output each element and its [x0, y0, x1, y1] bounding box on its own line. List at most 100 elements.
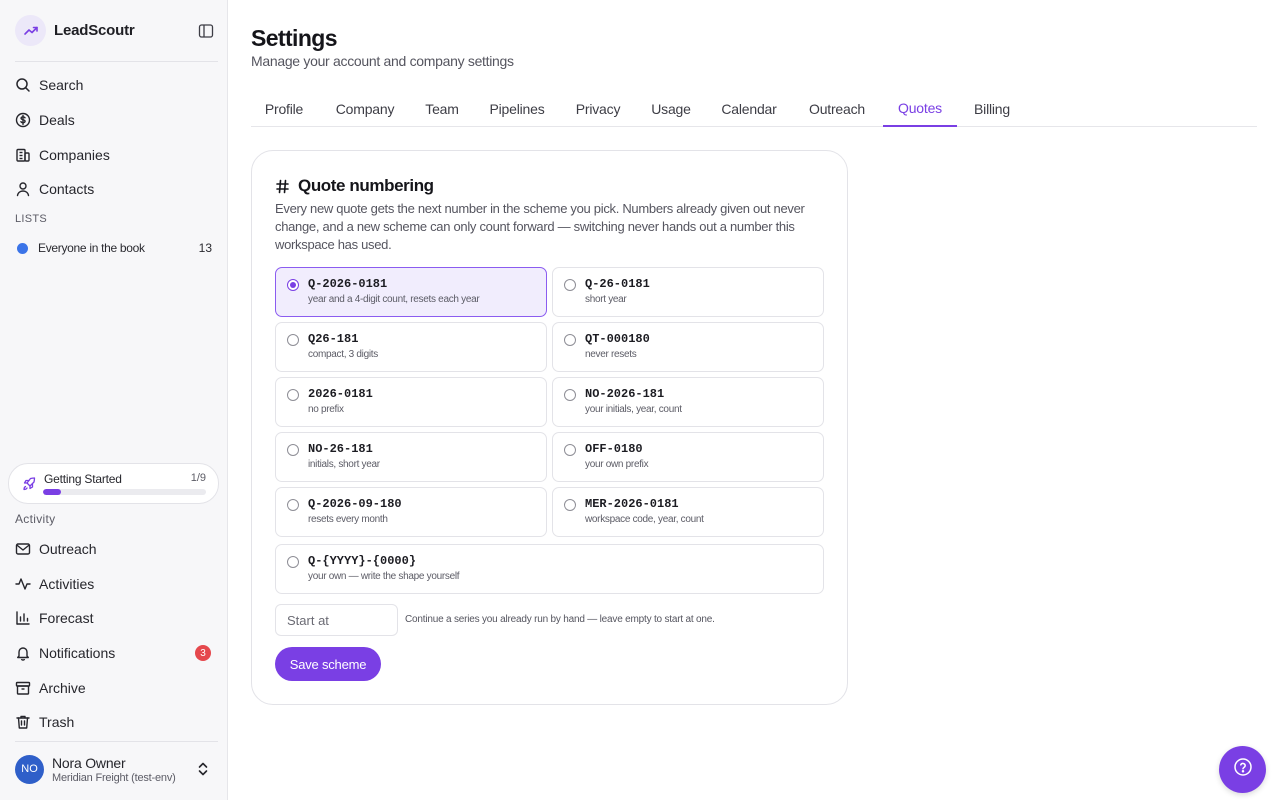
card-description: Every new quote gets the next number in …: [275, 201, 805, 252]
card-title: Quote numbering: [298, 176, 434, 195]
nav-outreach[interactable]: Outreach: [15, 535, 218, 563]
nav-deals[interactable]: Deals: [15, 106, 218, 134]
user-name: Nora Owner: [52, 754, 126, 771]
quote-numbering-card: Quote numbering Every new quote gets the…: [251, 150, 848, 705]
nav-archive[interactable]: Archive: [15, 674, 218, 702]
tab-calendar[interactable]: Calendar: [709, 91, 789, 127]
radio-button[interactable]: [287, 279, 299, 291]
scheme-description: initials, short year: [308, 459, 380, 470]
scheme-option-custom[interactable]: Q-{YYYY}-{0000} your own — write the sha…: [275, 544, 824, 594]
tab-outreach[interactable]: Outreach: [795, 91, 879, 127]
user-menu[interactable]: NO Nora Owner Meridian Freight (test-env…: [15, 752, 218, 786]
getting-started-title: Getting Started: [44, 472, 122, 486]
radio-button[interactable]: [287, 499, 299, 511]
scheme-option[interactable]: OFF-0180 your own prefix: [552, 432, 824, 482]
save-scheme-button[interactable]: Save scheme: [275, 647, 381, 681]
nav-trash[interactable]: Trash: [15, 708, 218, 736]
radio-button[interactable]: [564, 279, 576, 291]
nav-label: Search: [39, 77, 84, 93]
scheme-description: never resets: [585, 349, 637, 360]
help-circle-icon: [1233, 757, 1253, 782]
radio-button[interactable]: [564, 334, 576, 346]
tab-usage[interactable]: Usage: [639, 91, 703, 127]
sidebar: LeadScoutr Search Deals Companies Contac…: [0, 0, 228, 800]
scheme-code: Q-2026-0181: [308, 277, 388, 291]
brand[interactable]: LeadScoutr: [15, 15, 135, 46]
nav-activities[interactable]: Activities: [15, 570, 218, 598]
radio-button[interactable]: [287, 334, 299, 346]
start-at-hint: Continue a series you already run by han…: [405, 614, 715, 625]
help-button[interactable]: [1219, 746, 1266, 793]
divider: [15, 741, 218, 742]
nav-contacts[interactable]: Contacts: [15, 175, 218, 203]
scheme-code: Q-2026-09-180: [308, 497, 402, 511]
page-subtitle: Manage your account and company settings: [251, 53, 514, 69]
tab-profile[interactable]: Profile: [251, 91, 317, 127]
scheme-code: NO-2026-181: [585, 387, 665, 401]
scheme-description: workspace code, year, count: [585, 514, 704, 525]
user-org: Meridian Freight (test-env): [52, 771, 176, 784]
avatar: NO: [15, 754, 44, 784]
progress-fill: [43, 489, 61, 495]
scheme-code: Q-{YYYY}-{0000}: [308, 554, 417, 568]
divider: [15, 61, 218, 62]
scheme-option[interactable]: Q26-181 compact, 3 digits: [275, 322, 547, 372]
scheme-option[interactable]: Q-26-0181 short year: [552, 267, 824, 317]
search-icon: [15, 77, 31, 93]
nav-label: Companies: [39, 147, 110, 163]
scheme-code: OFF-0180: [585, 442, 643, 456]
tab-billing[interactable]: Billing: [963, 91, 1021, 127]
sidebar-toggle-icon[interactable]: [197, 22, 215, 40]
list-item[interactable]: Everyone in the book 13: [15, 238, 218, 258]
trending-up-icon: [15, 15, 46, 46]
nav-notifications[interactable]: Notifications 3: [15, 639, 218, 667]
scheme-option[interactable]: Q-2026-0181 year and a 4-digit count, re…: [275, 267, 547, 317]
tab-company[interactable]: Company: [323, 91, 407, 127]
notification-badge: 3: [195, 645, 211, 661]
tab-privacy[interactable]: Privacy: [563, 91, 633, 127]
nav-companies[interactable]: Companies: [15, 141, 218, 169]
dollar-icon: [15, 112, 31, 128]
scheme-option[interactable]: NO-26-181 initials, short year: [275, 432, 547, 482]
nav-label: Forecast: [39, 610, 94, 626]
scheme-description: resets every month: [308, 514, 388, 525]
scheme-description: compact, 3 digits: [308, 349, 378, 360]
scheme-option[interactable]: Q-2026-09-180 resets every month: [275, 487, 547, 537]
activity-label: Activity: [15, 512, 56, 526]
main-content: Settings Manage your account and company…: [228, 0, 1280, 800]
scheme-description: your own prefix: [585, 459, 649, 470]
scheme-option[interactable]: 2026-0181 no prefix: [275, 377, 547, 427]
page-title: Settings: [251, 25, 338, 51]
list-count: 13: [198, 241, 212, 255]
nav-label: Deals: [39, 112, 75, 128]
brand-name: LeadScoutr: [54, 22, 135, 39]
nav-label: Contacts: [39, 181, 95, 197]
lists-label: LISTS: [15, 213, 48, 225]
radio-button[interactable]: [287, 444, 299, 456]
tab-quotes[interactable]: Quotes: [883, 91, 957, 127]
nav-label: Notifications: [39, 645, 116, 661]
scheme-option[interactable]: MER-2026-0181 workspace code, year, coun…: [552, 487, 824, 537]
trash-icon: [15, 714, 31, 730]
scheme-code: QT-000180: [585, 332, 650, 346]
nav-forecast[interactable]: Forecast: [15, 604, 218, 632]
scheme-option[interactable]: QT-000180 never resets: [552, 322, 824, 372]
archive-icon: [15, 680, 31, 696]
tab-pipelines[interactable]: Pipelines: [477, 91, 557, 127]
tab-team[interactable]: Team: [413, 91, 471, 127]
getting-started-card[interactable]: Getting Started 1/9: [8, 463, 219, 504]
nav-search[interactable]: Search: [15, 71, 218, 99]
settings-tabs: Profile Company Team Pipelines Privacy U…: [251, 91, 1257, 127]
radio-button[interactable]: [564, 499, 576, 511]
getting-started-count: 1/9: [190, 472, 206, 484]
radio-button[interactable]: [287, 389, 299, 401]
chevrons-up-down-icon: [196, 761, 210, 777]
radio-button[interactable]: [287, 556, 299, 568]
hash-icon: [275, 179, 290, 194]
radio-button[interactable]: [564, 389, 576, 401]
scheme-option[interactable]: NO-2026-181 your initials, year, count: [552, 377, 824, 427]
activity-icon: [15, 576, 31, 592]
list-color-dot: [17, 242, 28, 254]
start-at-input[interactable]: [275, 604, 398, 636]
radio-button[interactable]: [564, 444, 576, 456]
